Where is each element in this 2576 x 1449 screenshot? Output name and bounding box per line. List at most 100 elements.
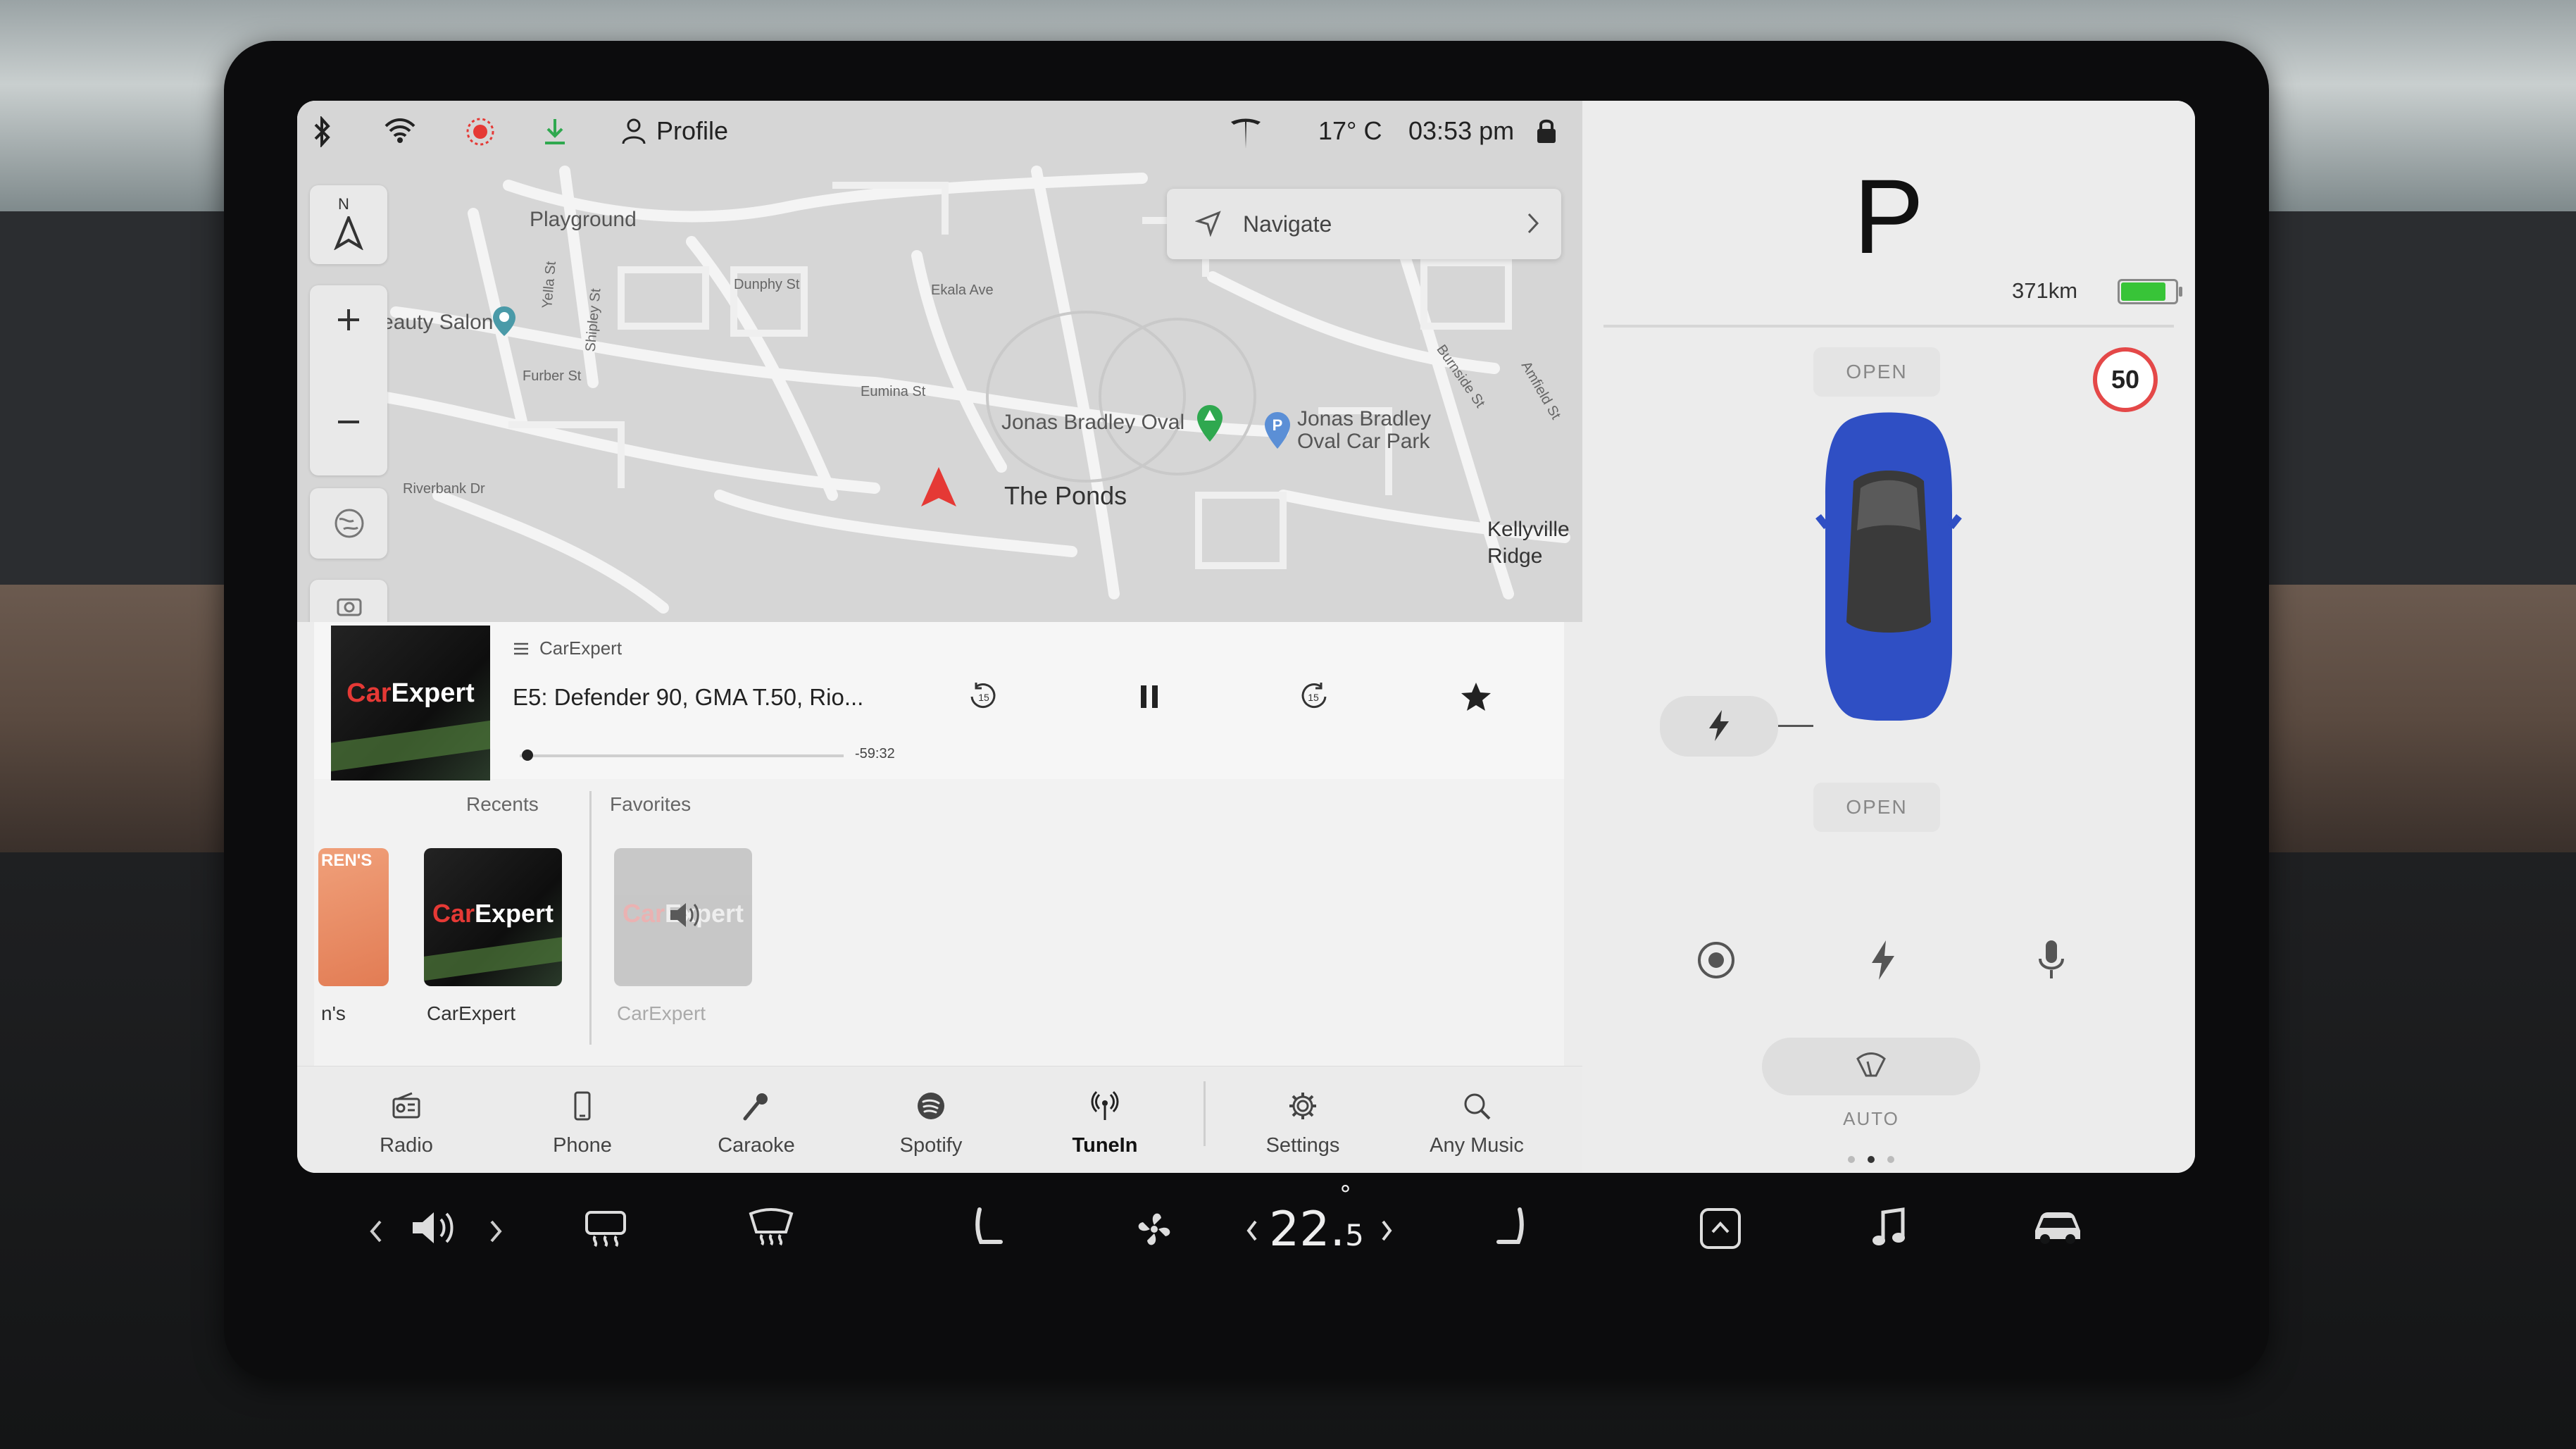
panel-divider <box>1603 325 2174 328</box>
app-settings-label: Settings <box>1265 1134 1340 1157</box>
app-tunein-label: TuneIn <box>1072 1134 1138 1157</box>
now-playing: CarExpert CarExpert E5: Defender 90, GMA… <box>314 622 1564 781</box>
page-dot[interactable] <box>1887 1156 1894 1163</box>
pause-icon[interactable] <box>1132 680 1166 717</box>
car-controls-icon[interactable] <box>2030 1207 2086 1250</box>
map-label-car-park: Jonas Bradley Oval Car Park <box>1297 407 1432 453</box>
satellite-button[interactable] <box>310 488 387 559</box>
app-caraoke[interactable]: Caraoke <box>693 1066 820 1173</box>
status-bar: Profile 17° C 03:53 pm <box>297 101 1582 168</box>
recent-tile-partial-text: REN'S <box>321 851 373 870</box>
album-art[interactable]: CarExpert <box>331 626 490 781</box>
playback-progress-bar[interactable] <box>520 750 844 761</box>
rewind-15-icon[interactable]: 15 <box>966 680 1000 717</box>
recent-tile-carexpert[interactable]: CarExpert <box>424 848 562 986</box>
navigation-arrow-icon <box>1194 210 1222 240</box>
wiper-button[interactable] <box>1762 1038 1980 1095</box>
phone-icon <box>567 1090 598 1125</box>
music-note-icon[interactable] <box>1869 1207 1908 1254</box>
download-icon[interactable] <box>541 116 569 147</box>
map-label-ekala-ave: Ekala Ave <box>931 282 994 298</box>
favorite-tile-carexpert[interactable]: CarExpert <box>614 848 752 986</box>
wifi-icon[interactable] <box>383 116 417 144</box>
lightning-bolt-icon <box>1709 710 1729 741</box>
playback-scrubber[interactable] <box>522 750 534 761</box>
range-display[interactable]: 371km <box>2012 278 2077 304</box>
radio-icon <box>391 1090 422 1125</box>
volume-icon[interactable] <box>410 1207 461 1252</box>
charge-port-connector-line <box>1778 725 1813 727</box>
map-label-riverbank-dr: Riverbank Dr <box>403 481 485 497</box>
forward-15-icon[interactable]: 15 <box>1297 680 1331 717</box>
sentry-mode-icon[interactable] <box>465 116 496 147</box>
charging-icon[interactable] <box>1855 932 1911 988</box>
lock-icon[interactable] <box>1535 116 1558 146</box>
touchscreen: Playground Dunphy St Ekala Ave Furber St… <box>297 101 2195 1173</box>
app-radio[interactable]: Radio <box>343 1066 470 1173</box>
app-spotify-label: Spotify <box>899 1134 963 1157</box>
favorite-caption-carexpert: CarExpert <box>617 1002 706 1024</box>
favorite-star-icon[interactable] <box>1459 680 1493 717</box>
front-defrost-icon[interactable] <box>748 1207 794 1252</box>
bluetooth-icon[interactable] <box>311 116 332 147</box>
app-phone[interactable]: Phone <box>519 1066 646 1173</box>
wiper-icon <box>1856 1052 1886 1077</box>
recent-tile-partial[interactable]: REN'S <box>318 848 389 986</box>
volume-down-chevron-icon[interactable] <box>368 1217 384 1249</box>
recent-caption-carexpert: CarExpert <box>427 1002 516 1024</box>
gear-indicator: P <box>1853 157 1925 275</box>
album-art-logo: CarExpert <box>346 678 475 708</box>
battery-level-fill <box>2121 282 2165 301</box>
camera-button[interactable] <box>310 580 387 622</box>
profile-button[interactable]: Profile <box>621 116 728 146</box>
app-bar-divider <box>1203 1081 1206 1146</box>
app-any-music[interactable]: Any Music <box>1413 1066 1540 1173</box>
open-trunk-button[interactable]: OPEN <box>1813 783 1940 832</box>
vehicle-panel: P 371km OPEN 50 OPEN AUTO <box>1582 101 2195 1173</box>
map-streets <box>297 101 1582 622</box>
speed-limit-sign: 50 <box>2093 347 2158 412</box>
open-frunk-button[interactable]: OPEN <box>1813 347 1940 397</box>
spotify-icon <box>915 1090 946 1125</box>
tab-recents[interactable]: Recents <box>466 793 539 816</box>
camera-lens-icon[interactable] <box>1688 932 1744 988</box>
map-label-eumina-st: Eumina St <box>861 384 926 399</box>
climate-bar: 22.5 ° <box>297 1175 2195 1295</box>
speaker-playing-icon <box>666 897 701 936</box>
time-remaining: -59:32 <box>855 746 895 761</box>
volume-up-chevron-icon[interactable] <box>487 1217 504 1249</box>
zoom-controls <box>310 285 387 475</box>
menu-icon <box>514 642 528 654</box>
page-dot[interactable] <box>1848 1156 1855 1163</box>
battery-icon[interactable] <box>2118 279 2182 304</box>
tesla-logo-icon[interactable] <box>1228 116 1263 151</box>
compass-button[interactable]: N <box>310 185 387 264</box>
track-title: E5: Defender 90, GMA T.50, Rio... <box>513 684 864 710</box>
page-dot-active[interactable] <box>1868 1156 1875 1163</box>
car-top-view[interactable] <box>1804 411 1973 724</box>
app-spotify[interactable]: Spotify <box>868 1066 994 1173</box>
map-view[interactable]: Playground Dunphy St Ekala Ave Furber St… <box>297 101 1582 622</box>
media-source[interactable]: CarExpert <box>513 638 622 659</box>
app-tunein[interactable]: TuneIn <box>1042 1066 1168 1173</box>
passenger-seat-heater-icon[interactable] <box>1494 1207 1530 1252</box>
recent-tile-logo: CarExpert <box>432 899 554 928</box>
charge-port-button[interactable] <box>1660 696 1778 757</box>
svg-text:P: P <box>1273 416 1283 434</box>
app-launcher-icon[interactable] <box>1699 1207 1742 1254</box>
voice-command-icon[interactable] <box>2023 932 2080 988</box>
page-indicator[interactable] <box>1842 1154 1901 1167</box>
map-label-furber-st: Furber St <box>523 368 582 384</box>
profile-icon <box>622 118 646 144</box>
navigate-search-bar[interactable]: Navigate <box>1167 189 1561 259</box>
temp-down-chevron-icon[interactable] <box>1244 1217 1260 1248</box>
temp-up-chevron-icon[interactable] <box>1379 1217 1394 1248</box>
rear-defrost-icon[interactable] <box>582 1207 629 1252</box>
tab-favorites[interactable]: Favorites <box>610 793 691 816</box>
chevron-right-icon <box>1526 211 1540 239</box>
driver-seat-heater-icon[interactable] <box>970 1207 1005 1252</box>
fan-icon[interactable] <box>1132 1207 1177 1255</box>
app-settings[interactable]: Settings <box>1239 1066 1366 1173</box>
app-launcher-bar: Radio Phone Caraoke Spotify TuneIn Setti… <box>297 1066 1582 1173</box>
map-label-playground: Playground <box>530 208 637 231</box>
